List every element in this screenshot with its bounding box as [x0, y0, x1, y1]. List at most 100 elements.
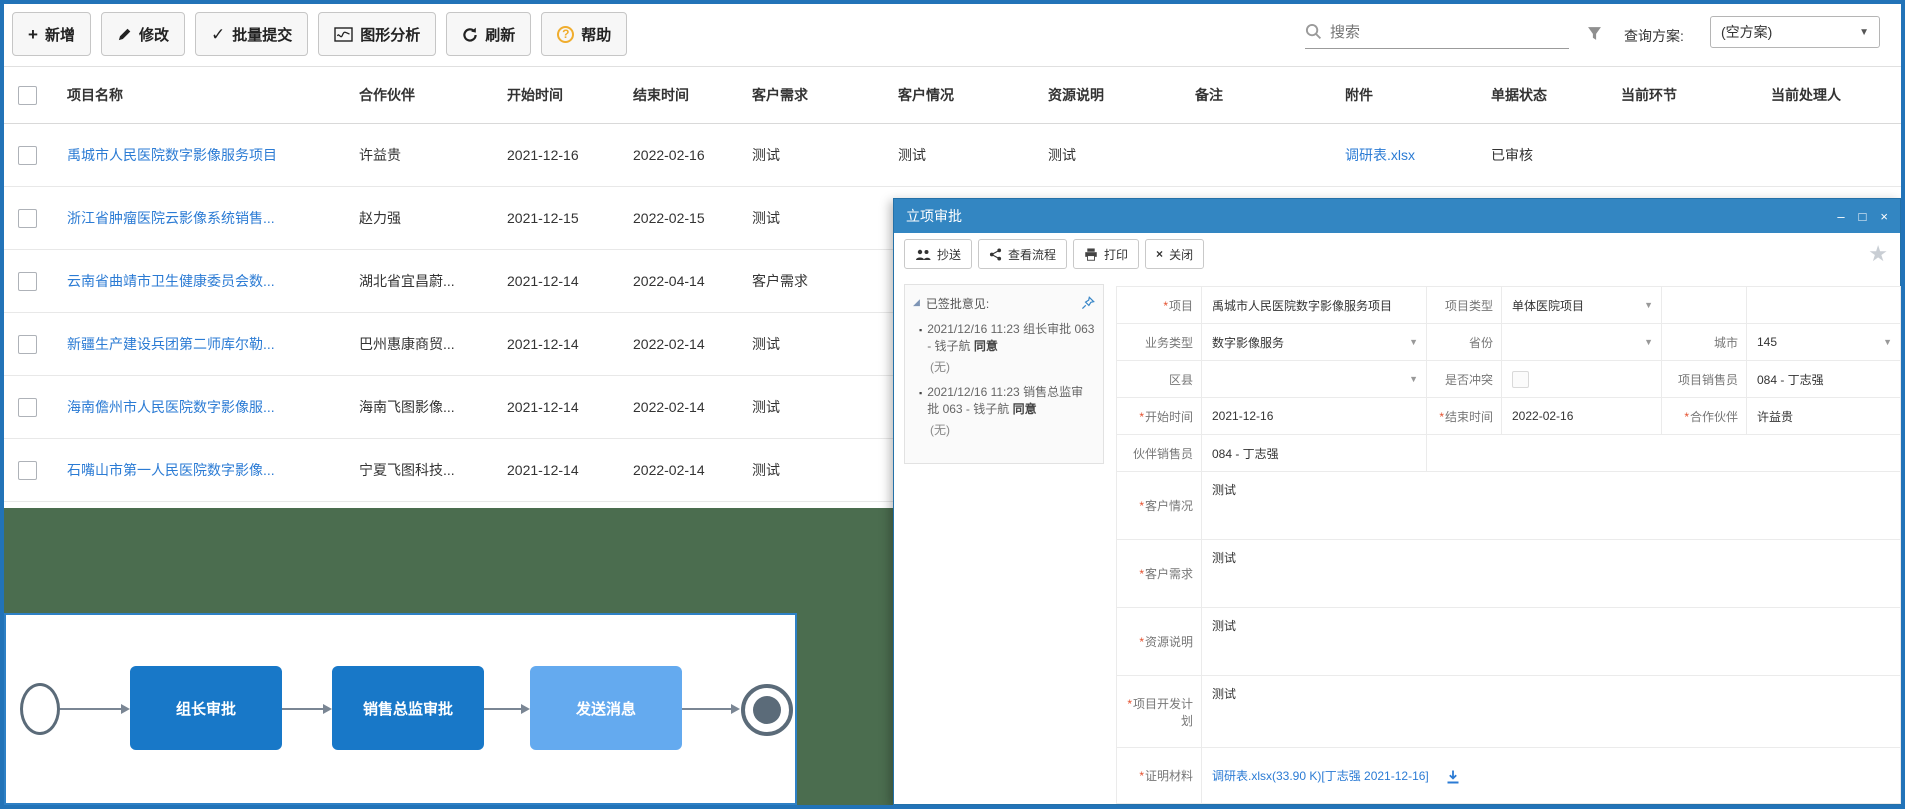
col-header-partner[interactable]: 合作伙伴	[344, 67, 492, 124]
col-header-handler[interactable]: 当前处理人	[1756, 67, 1901, 124]
favorite-star-icon[interactable]: ★	[1868, 241, 1888, 267]
cell-need: 测试	[737, 187, 883, 250]
row-checkbox[interactable]	[18, 461, 37, 480]
partner-field[interactable]: 许益贵	[1747, 398, 1901, 435]
row-checkbox[interactable]	[18, 146, 37, 165]
search-icon	[1305, 23, 1322, 41]
field-label: 伙伴销售员	[1117, 435, 1202, 472]
batch-submit-button[interactable]: ✓ 批量提交	[195, 12, 308, 56]
cell-need: 测试	[737, 439, 883, 502]
graph-analysis-button[interactable]: 图形分析	[318, 12, 436, 56]
query-plan-select[interactable]: (空方案) ▼	[1710, 16, 1880, 48]
col-header-need[interactable]: 客户需求	[737, 67, 883, 124]
flow-arrow-icon	[121, 704, 130, 714]
flow-end-node[interactable]	[741, 684, 793, 736]
row-checkbox[interactable]	[18, 335, 37, 354]
city-select[interactable]: 145▼	[1747, 324, 1901, 361]
cell-end: 2022-02-16	[618, 124, 737, 187]
cc-button-label: 抄送	[937, 246, 961, 263]
row-checkbox[interactable]	[18, 398, 37, 417]
dialog-titlebar[interactable]: 立项审批 – □ ×	[894, 199, 1900, 233]
col-header-remark[interactable]: 备注	[1180, 67, 1330, 124]
minimize-icon[interactable]: –	[1837, 209, 1844, 224]
field-label: 项目类型	[1427, 287, 1502, 324]
project-name-link[interactable]: 新疆生产建设兵团第二师库尔勒...	[67, 336, 275, 352]
form-row: *资源说明 测试	[1117, 608, 1901, 676]
project-salesperson-field: 084 - 丁志强	[1747, 361, 1901, 398]
start-date-field[interactable]: 2021-12-16	[1202, 398, 1427, 435]
filter-funnel-icon[interactable]	[1587, 25, 1602, 43]
view-flow-button[interactable]: 查看流程	[978, 239, 1067, 269]
table-row[interactable]: 禹城市人民医院数字影像服务项目 许益贵 2021-12-16 2022-02-1…	[4, 124, 1901, 187]
cell-partner: 巴州惠康商贸...	[344, 313, 492, 376]
end-date-field[interactable]: 2022-02-16	[1502, 398, 1662, 435]
col-header-resource[interactable]: 资源说明	[1033, 67, 1180, 124]
download-icon[interactable]	[1446, 769, 1460, 783]
cc-button[interactable]: 抄送	[904, 239, 972, 269]
proof-attachment-link[interactable]: 调研表.xlsx(33.90 K)[丁志强 2021-12-16]	[1212, 769, 1429, 783]
col-header-end[interactable]: 结束时间	[618, 67, 737, 124]
close-button[interactable]: × 关闭	[1145, 239, 1204, 269]
chevron-down-icon: ▼	[1883, 337, 1892, 347]
project-field[interactable]: 禹城市人民医院数字影像服务项目	[1202, 287, 1427, 324]
cell-handler	[1756, 124, 1901, 187]
col-header-situation[interactable]: 客户情况	[883, 67, 1033, 124]
flow-arrow-icon	[521, 704, 530, 714]
project-dev-plan-textarea[interactable]: 测试	[1202, 676, 1901, 748]
partner-salesperson-field: 084 - 丁志强	[1202, 435, 1427, 472]
project-name-link[interactable]: 石嘴山市第一人民医院数字影像...	[67, 462, 275, 478]
add-button-label: 新增	[45, 24, 75, 45]
flow-start-node[interactable]	[20, 683, 60, 735]
business-type-select[interactable]: 数字影像服务▼	[1202, 324, 1427, 361]
close-icon[interactable]: ×	[1880, 209, 1888, 224]
col-header-start[interactable]: 开始时间	[492, 67, 618, 124]
row-checkbox[interactable]	[18, 272, 37, 291]
field-label: *开始时间	[1117, 398, 1202, 435]
flow-node-group-leader-approval[interactable]: 组长审批	[130, 666, 282, 750]
project-type-select[interactable]: 单体医院项目▼	[1502, 287, 1662, 324]
project-name-link[interactable]: 海南儋州市人民医院数字影像服...	[67, 399, 275, 415]
province-select[interactable]: ▼	[1502, 324, 1662, 361]
pin-icon[interactable]	[1081, 295, 1095, 310]
history-entry: ▪ 2021/12/16 11:23 组长审批 063 - 钱子航 同意	[919, 321, 1095, 355]
project-name-link[interactable]: 云南省曲靖市卫生健康委员会数...	[67, 273, 275, 289]
edit-button[interactable]: 修改	[101, 12, 185, 56]
col-header-status[interactable]: 单据状态	[1476, 67, 1606, 124]
project-name-link[interactable]: 禹城市人民医院数字影像服务项目	[67, 147, 277, 163]
tree-toggle-icon[interactable]: ◢	[913, 297, 920, 308]
row-checkbox[interactable]	[18, 209, 37, 228]
add-button[interactable]: + 新增	[12, 12, 91, 56]
customer-need-textarea[interactable]: 测试	[1202, 540, 1901, 608]
search-input[interactable]	[1328, 23, 1569, 42]
dialog-toolbar: 抄送 查看流程 打印 × 关闭	[904, 239, 1204, 269]
attachment-link[interactable]: 调研表.xlsx	[1345, 147, 1415, 163]
flow-arrow-icon	[323, 704, 332, 714]
x-icon: ×	[1156, 247, 1163, 261]
entry-step: 组长审批	[1023, 322, 1071, 336]
customer-situation-textarea[interactable]: 测试	[1202, 472, 1901, 540]
conflict-checkbox[interactable]	[1512, 371, 1529, 388]
col-header-name[interactable]: 项目名称	[52, 67, 344, 124]
flow-node-send-message[interactable]: 发送消息	[530, 666, 682, 750]
chevron-down-icon: ▼	[1859, 27, 1869, 38]
form-row: 伙伴销售员 084 - 丁志强	[1117, 435, 1901, 472]
cell-resource: 测试	[1033, 124, 1180, 187]
col-header-attachment[interactable]: 附件	[1330, 67, 1476, 124]
col-header-step[interactable]: 当前环节	[1606, 67, 1756, 124]
chevron-down-icon: ▼	[1644, 337, 1653, 347]
flow-node-sales-director-approval[interactable]: 销售总监审批	[332, 666, 484, 750]
bullet-icon: ▪	[919, 385, 922, 418]
cell-status: 已审核	[1476, 124, 1606, 187]
resource-description-textarea[interactable]: 测试	[1202, 608, 1901, 676]
district-select[interactable]: ▼	[1202, 361, 1427, 398]
close-button-label: 关闭	[1169, 246, 1193, 263]
project-name-link[interactable]: 浙江省肿瘤医院云影像系统销售...	[67, 210, 275, 226]
refresh-button[interactable]: 刷新	[446, 12, 531, 56]
print-button[interactable]: 打印	[1073, 239, 1139, 269]
select-all-checkbox[interactable]	[18, 86, 37, 105]
maximize-icon[interactable]: □	[1859, 209, 1867, 224]
flow-end-dot	[753, 696, 781, 724]
persons-icon	[915, 247, 931, 261]
help-button[interactable]: ? 帮助	[541, 12, 627, 56]
field-label: *结束时间	[1427, 398, 1502, 435]
